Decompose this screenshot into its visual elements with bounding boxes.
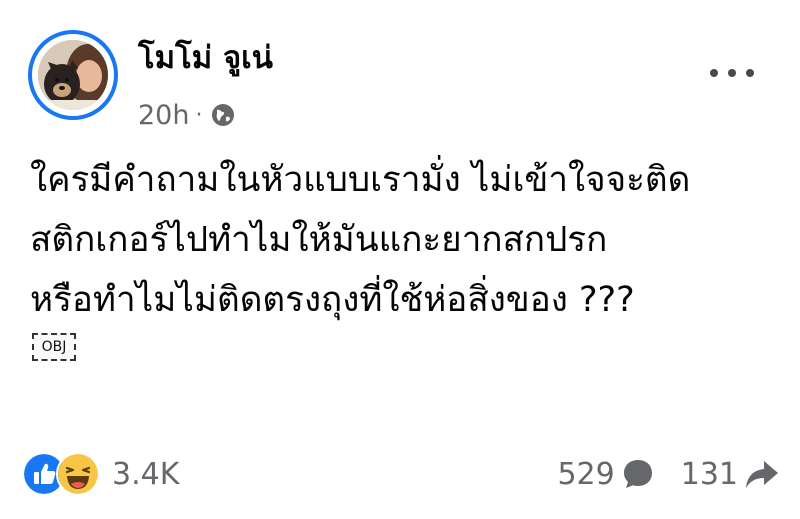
reactions-summary[interactable]: 3.4K — [22, 452, 179, 496]
comment-icon — [623, 460, 652, 488]
post-text: ใครมีคำถามในหัวแบบเรามั่ง ไม่เข้าใจจะติด… — [30, 150, 780, 330]
avatar[interactable] — [38, 40, 108, 110]
more-options-icon — [746, 69, 754, 77]
avatar-story-ring[interactable] — [28, 30, 118, 120]
more-options-button[interactable] — [710, 62, 754, 84]
engagement-stats: 529 131 — [557, 452, 780, 496]
post-text-line: หรือทำไมไม่ติดตรงถุงที่ใช้ห่อสิ่งของ ??? — [30, 280, 635, 320]
shares-count: 131 — [680, 456, 738, 492]
object-placeholder: OBJ — [32, 333, 76, 361]
haha-reaction-icon — [56, 452, 100, 496]
more-options-icon — [728, 69, 736, 77]
shares-count-button[interactable]: 131 — [681, 457, 780, 492]
author-name[interactable]: โมโม่ จูเน่ — [138, 38, 273, 78]
more-options-icon — [710, 69, 718, 77]
comments-count-button[interactable]: 529 — [557, 457, 654, 492]
comments-count: 529 — [557, 456, 615, 492]
reaction-count[interactable]: 3.4K — [112, 457, 179, 492]
globe-icon[interactable] — [210, 102, 236, 128]
share-icon — [746, 461, 778, 488]
meta-separator: · — [195, 102, 203, 128]
post-text-line: สติกเกอร์ไปทำไมให้มันแกะยากสกปรก — [30, 220, 608, 260]
post-text-line: ใครมีคำถามในหัวแบบเรามั่ง ไม่เข้าใจจะติด — [30, 160, 691, 200]
facebook-post: โมโม่ จูเน่ 20h · ใครมีคำถามในหัวแบบเราม… — [0, 0, 800, 519]
post-timestamp[interactable]: 20h — [138, 100, 189, 131]
post-meta: 20h · — [138, 97, 236, 133]
